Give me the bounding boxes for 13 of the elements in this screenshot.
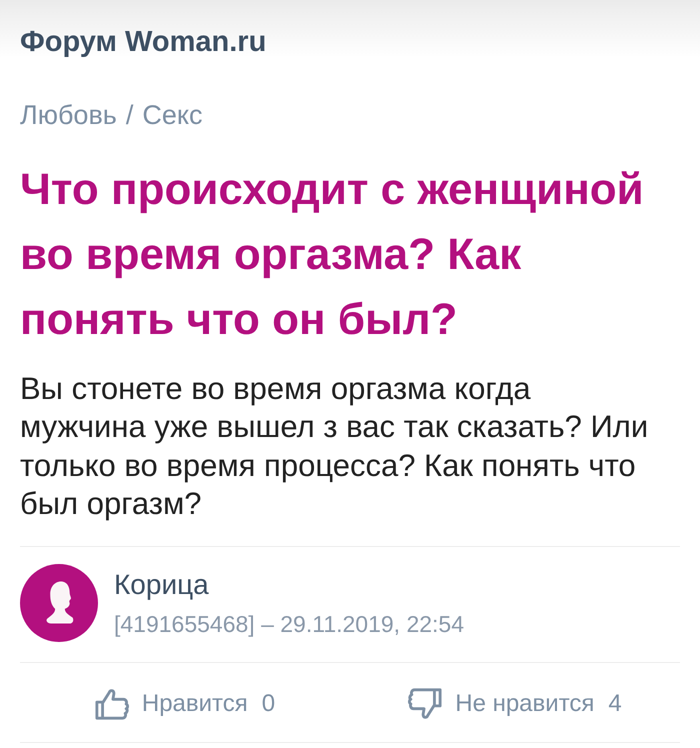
breadcrumb-link[interactable]: Любовь [20, 99, 117, 131]
author-name[interactable]: Корица [114, 568, 464, 601]
question-title: Что происходит с женщиной во время оргазма? Как понять что он был? [20, 164, 645, 346]
post-meta: [4191655468] – 29.11.2019, 22:54 [114, 610, 464, 638]
avatar-icon [20, 564, 98, 642]
breadcrumb-separator: / [126, 99, 134, 131]
question-text: Вы стонете во время оргазма когда мужчина уже вышел з вас так сказать? Или только во время процесса? Как понять что был оргазм? [20, 370, 650, 523]
thumbs-down-icon [408, 687, 442, 722]
dislike-button[interactable]: Не нравится 4 [402, 679, 628, 730]
thumbs-up-icon [94, 687, 129, 722]
breadcrumb-link[interactable]: Секс [142, 99, 203, 131]
site-title[interactable]: Форум Woman.ru [20, 26, 266, 58]
like-button[interactable]: Нравится 0 [88, 679, 282, 730]
